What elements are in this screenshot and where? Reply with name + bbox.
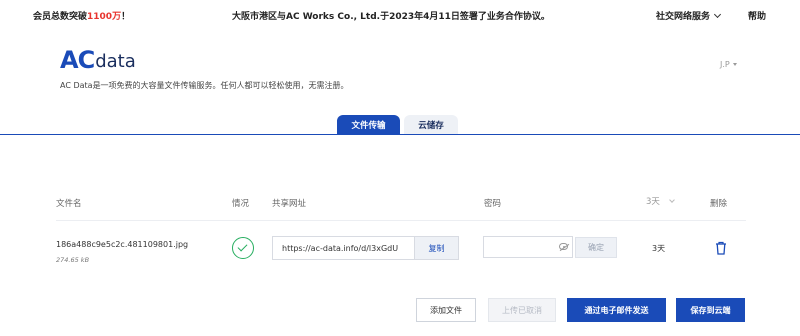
- copy-button[interactable]: 复制: [414, 237, 458, 259]
- notice-prefix: 会员总数突破: [33, 12, 88, 22]
- member-count-notice: 会员总数突破1100万！: [33, 9, 130, 22]
- notice-highlight: 1100万: [87, 12, 122, 22]
- announcement-link[interactable]: 大阪市港区与AC Works Co., Ltd.于2023年4月11日签署了业务…: [232, 9, 550, 22]
- trash-icon[interactable]: [715, 240, 727, 255]
- tab-file-transfer[interactable]: 文件传输: [337, 115, 400, 135]
- tagline: AC Data是一项免费的大容量文件传输服务。任何人都可以轻松使用，无需注册。: [60, 81, 349, 90]
- file-size: 274.65 kB: [56, 256, 90, 264]
- column-header-filename: 文件名: [56, 199, 82, 209]
- password-confirm-button[interactable]: 确定: [575, 237, 617, 258]
- expiry-select[interactable]: 3天: [646, 195, 675, 207]
- tab-cloud-storage[interactable]: 云储存: [404, 115, 458, 135]
- user-label: J.P: [720, 60, 730, 69]
- file-name: 186a488c9e5c2c.481109801.jpg: [56, 240, 189, 249]
- eye-off-icon[interactable]: [559, 243, 568, 250]
- tab-divider: [0, 134, 800, 135]
- caret-down-icon: [732, 63, 737, 66]
- expiry-days: 3天: [652, 244, 666, 253]
- expiry-select-value: 3天: [646, 197, 660, 207]
- notice-suffix: ！: [121, 12, 131, 22]
- top-bar: 会员总数突破1100万！ 大阪市港区与AC Works Co., Ltd.于20…: [0, 0, 800, 28]
- ac-data-logo[interactable]: AC data: [60, 48, 136, 72]
- logo-ac: AC: [60, 46, 95, 74]
- cancel-upload-button[interactable]: 上传已取消: [488, 298, 556, 322]
- password-input[interactable]: [484, 239, 554, 260]
- chevron-down-icon: [713, 10, 722, 18]
- share-url-text[interactable]: https://ac-data.info/d/l3xGdU: [273, 244, 414, 253]
- share-url-field: https://ac-data.info/d/l3xGdU 复制: [272, 236, 459, 260]
- chevron-down-icon: [669, 197, 675, 203]
- logo-data: data: [95, 51, 136, 72]
- password-field-wrapper: [483, 236, 573, 260]
- column-header-status: 情况: [232, 199, 250, 209]
- check-circle-icon: [232, 237, 254, 259]
- add-file-button[interactable]: 添加文件: [416, 298, 476, 322]
- column-header-password: 密码: [484, 199, 502, 209]
- column-header-url: 共享网址: [272, 199, 307, 209]
- column-header-delete: 删除: [710, 199, 728, 209]
- social-menu-label: 社交网络服务: [656, 12, 711, 22]
- save-to-cloud-button[interactable]: 保存到云端: [676, 298, 745, 322]
- help-link[interactable]: 帮助: [748, 9, 766, 22]
- header-separator: [56, 220, 746, 221]
- social-menu[interactable]: 社交网络服务: [656, 9, 722, 22]
- user-menu[interactable]: J.P: [720, 60, 737, 69]
- send-email-button[interactable]: 通过电子邮件发送: [567, 298, 666, 322]
